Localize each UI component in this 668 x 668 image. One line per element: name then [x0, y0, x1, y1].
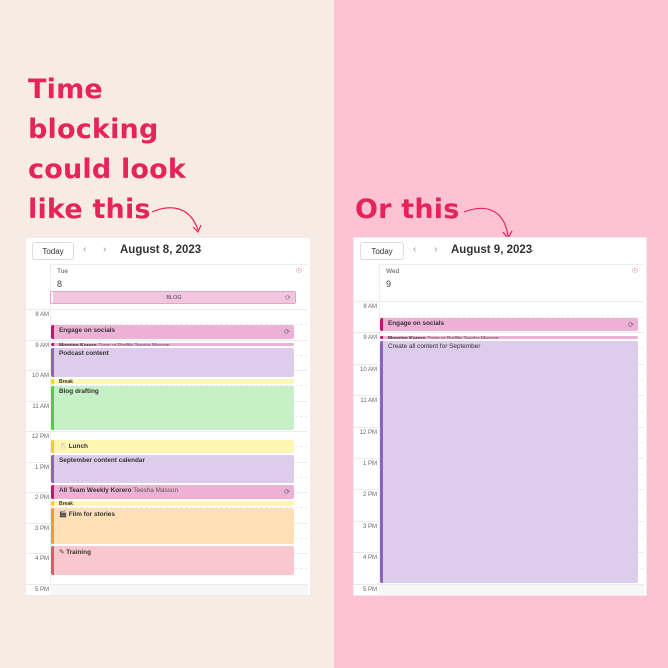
event-title: Lunch [68, 442, 88, 450]
hour-label: 8 AM [363, 304, 377, 310]
hour-line [354, 332, 644, 334]
calendar-event[interactable]: ✎ Training [51, 546, 294, 575]
hour-label: 10 AM [31, 373, 49, 379]
location-pin-icon[interactable]: ☉ [632, 267, 638, 275]
hour-label: 1 PM [362, 461, 377, 467]
hour-label: 3 PM [362, 523, 377, 530]
event-title: Morning Korero [59, 342, 97, 347]
headline-line: blocking [28, 114, 159, 145]
day-number: 9 [386, 279, 392, 289]
event-subtitle: Zoom or Podlife Teesha Masson [96, 342, 170, 347]
hour-label: 8 AM [35, 312, 49, 318]
right-headline: Or this [355, 190, 460, 230]
hour-line [26, 339, 308, 341]
calendar-event[interactable]: All Team Weekly Korero Teesha Masson ⟳ [51, 485, 294, 499]
event-title: BLOG [166, 294, 182, 301]
hour-label: 2 PM [34, 495, 49, 501]
event-subtitle: Teesha Masson [131, 487, 178, 495]
calendar-toolbar: Today ‹ › August 9, 2023 ⌄ [354, 238, 646, 264]
hour-label: 5 PM [362, 586, 377, 593]
hour-label: 3 PM [34, 525, 49, 532]
hour-label: 9 AM [363, 335, 377, 342]
hour-label: 4 PM [34, 556, 49, 562]
calendar-event[interactable]: Blog drafting [51, 386, 294, 430]
chevron-right-icon[interactable]: › [434, 244, 437, 255]
day-name: Wed [386, 268, 400, 275]
recurring-icon: ⟳ [284, 489, 290, 496]
event-title: Break [59, 378, 73, 385]
hour-label: 11 AM [360, 398, 377, 405]
event-title: Engage on socials [388, 319, 445, 327]
event-title: Engage on socials [59, 327, 116, 335]
day-number: 8 [57, 279, 63, 289]
headline-line: Time [28, 74, 103, 105]
hour-line [26, 309, 308, 310]
recurring-icon: ⟳ [284, 328, 290, 336]
chevron-left-icon[interactable]: ‹ [413, 244, 416, 255]
event-title: All Team Weekly Korero [59, 487, 132, 495]
calendar-event[interactable]: Morning Korero Zoom or Podlife Teesha Ma… [380, 335, 638, 340]
event-title: Break [59, 500, 73, 507]
headline-line: could look [28, 154, 187, 185]
all-day-event[interactable]: BLOG ⟳ [50, 291, 296, 304]
event-title: Blog drafting [59, 388, 99, 396]
recurring-icon: ⟳ [628, 321, 634, 329]
headline-line: Or this [355, 194, 460, 225]
after-hours-area [50, 584, 308, 595]
calendar-event[interactable]: Break [51, 500, 294, 507]
today-button[interactable]: Today [360, 242, 404, 260]
calendar-event[interactable]: September content calendar [51, 454, 294, 484]
event-title: Morning Korero [388, 335, 426, 340]
location-pin-icon[interactable]: ☉ [296, 267, 302, 275]
time-grid: 8 AM 9 AM 10 AM 11 AM 12 PM 1 PM 2 PM 3 PM 4 PM 5… [354, 296, 644, 595]
hour-label: 1 PM [34, 464, 49, 471]
calendar-event[interactable]: Engage on socials ⟳ [51, 325, 294, 339]
calendar-event[interactable]: Engage on socials ⟳ [380, 317, 638, 332]
hour-line [26, 431, 308, 432]
calendar-panel-day-wed: Today ‹ › August 9, 2023 ⌄ Wed 9 ☉ 8 AM 9… [353, 237, 647, 596]
chevron-down-icon[interactable]: ⌄ [196, 244, 204, 255]
hour-label: 2 PM [362, 492, 377, 499]
hour-label: 4 PM [362, 555, 377, 562]
recurring-icon: ⟳ [285, 294, 291, 302]
chevron-left-icon[interactable]: ‹ [83, 244, 86, 255]
event-title: Podcast content [59, 350, 109, 358]
hour-label: 12 PM [31, 434, 49, 440]
calendar-event[interactable]: Morning Korero Zoom or Podlife Teesha Ma… [51, 342, 294, 347]
day-header: Wed 9 ☉ [379, 264, 644, 295]
calendar-event[interactable]: Podcast content [51, 348, 294, 377]
fork-knife-icon: 🍴 [59, 442, 69, 450]
event-title: Film for stories [68, 511, 115, 519]
after-hours-area [379, 584, 644, 595]
day-name: Tue [57, 268, 68, 275]
hour-label: 9 AM [35, 342, 49, 349]
time-grid: 8 AM 9 AM 10 AM 11 AM 12 PM 1 PM 2 PM 3 PM 4 PM 5… [26, 304, 308, 595]
calendar-toolbar: Today ‹ › August 8, 2023 ⌄ [26, 238, 310, 264]
hour-line [354, 301, 644, 302]
hour-label: 11 AM [32, 403, 49, 410]
today-button[interactable]: Today [32, 242, 74, 260]
calendar-event[interactable]: Break [51, 378, 294, 385]
event-title: Training [66, 549, 91, 557]
hour-label: 10 AM [359, 366, 377, 373]
event-subtitle: Zoom or Podlife Teesha Masson [425, 335, 499, 340]
chevron-down-icon[interactable]: ⌄ [528, 244, 536, 255]
clapperboard-icon: 🎬 [59, 511, 69, 519]
hour-label: 5 PM [34, 586, 49, 593]
calendar-event[interactable]: 🍴 Lunch [51, 439, 294, 453]
event-title: September content calendar [59, 456, 145, 464]
date-title[interactable]: August 9, 2023 [451, 244, 532, 256]
hour-label: 12 PM [359, 429, 377, 436]
calendar-event[interactable]: 🎬 Film for stories [51, 508, 294, 545]
calendar-panel-day-tue: Today ‹ › August 8, 2023 ⌄ Tue 8 ☉ BLOG … [25, 237, 311, 596]
date-title[interactable]: August 8, 2023 [120, 244, 201, 256]
chevron-right-icon[interactable]: › [103, 244, 106, 255]
calendar-event[interactable]: Create all content for September [380, 341, 638, 583]
event-title: Create all content for September [388, 343, 481, 351]
